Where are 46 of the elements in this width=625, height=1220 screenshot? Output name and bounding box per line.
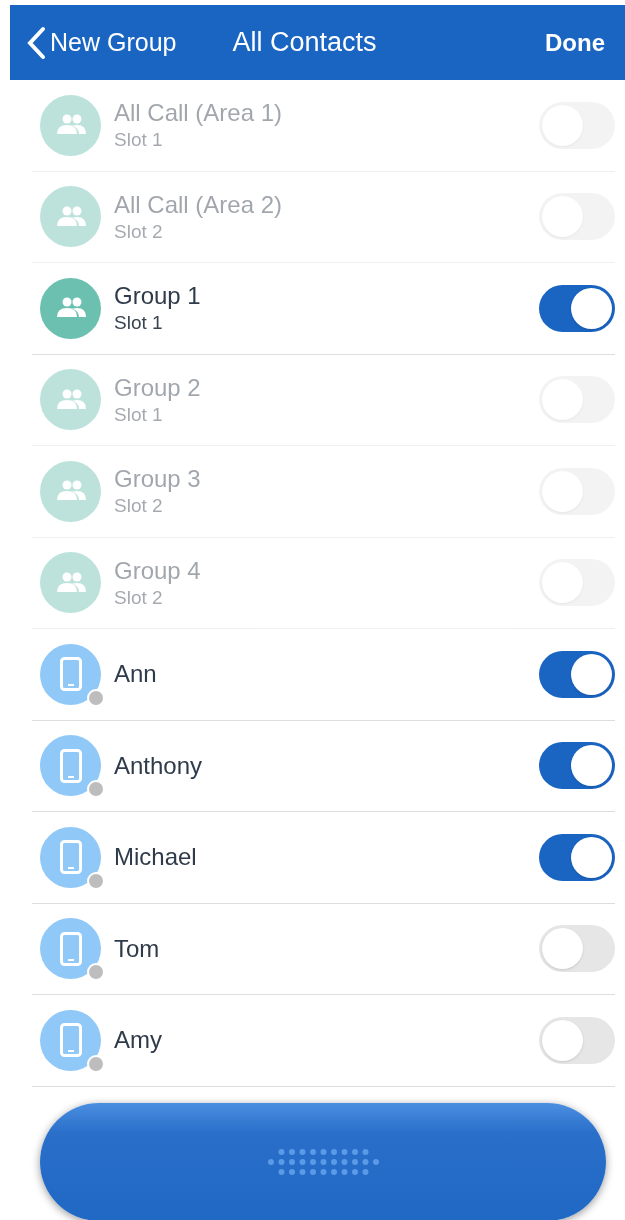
chevron-left-icon [26, 25, 46, 60]
contact-name: Amy [114, 1025, 162, 1056]
contact-row[interactable]: Michael [32, 812, 615, 904]
toggle-switch[interactable] [539, 284, 615, 332]
screen-title: All Contacts [232, 26, 377, 60]
people-icon [54, 297, 87, 320]
toggle-switch[interactable] [539, 742, 615, 790]
toggle-switch[interactable] [539, 925, 615, 973]
contact-name: Ann [114, 659, 157, 690]
contact-row[interactable]: Amy [32, 995, 615, 1087]
slot-label: Slot 2 [114, 219, 164, 244]
slot-label: Slot 2 [114, 494, 164, 519]
phone-icon [59, 1023, 82, 1058]
back-button[interactable]: New Group [26, 23, 177, 62]
contact-name: Tom [114, 933, 160, 964]
phone-icon [59, 840, 82, 875]
contact-name: Michael [114, 842, 197, 873]
toggle-switch[interactable] [539, 833, 615, 881]
phone-icon [59, 931, 82, 966]
contact-name: Group 1 [114, 281, 201, 312]
contact-row[interactable]: Group 1 Slot 1 [32, 263, 615, 355]
people-icon [54, 571, 87, 594]
contact-name: Group 2 [114, 372, 201, 403]
contact-row[interactable]: Anthony [32, 720, 615, 812]
people-icon [54, 114, 87, 137]
slot-label: Slot 1 [114, 311, 164, 336]
toggle-switch[interactable] [539, 1016, 615, 1064]
contact-name: Anthony [114, 750, 203, 781]
phone-icon [59, 748, 82, 783]
phone-icon [59, 657, 82, 692]
push-to-talk-button[interactable] [40, 1102, 606, 1220]
contact-name: Group 3 [114, 464, 201, 495]
slot-label: Slot 1 [114, 402, 164, 427]
done-button[interactable]: Done [545, 24, 605, 61]
contact-name: All Call (Area 2) [114, 189, 283, 220]
people-icon [54, 388, 87, 411]
contact-row[interactable]: Ann [32, 629, 615, 721]
contact-row[interactable]: Tom [32, 903, 615, 995]
slot-label: Slot 1 [114, 128, 164, 153]
slot-label: Slot 2 [114, 585, 164, 610]
toggle-switch[interactable] [539, 650, 615, 698]
people-icon [54, 480, 87, 503]
grip-dots-icon [267, 1146, 379, 1177]
people-icon [54, 205, 87, 228]
contact-name: Group 4 [114, 555, 201, 586]
contact-name: All Call (Area 1) [114, 98, 283, 129]
